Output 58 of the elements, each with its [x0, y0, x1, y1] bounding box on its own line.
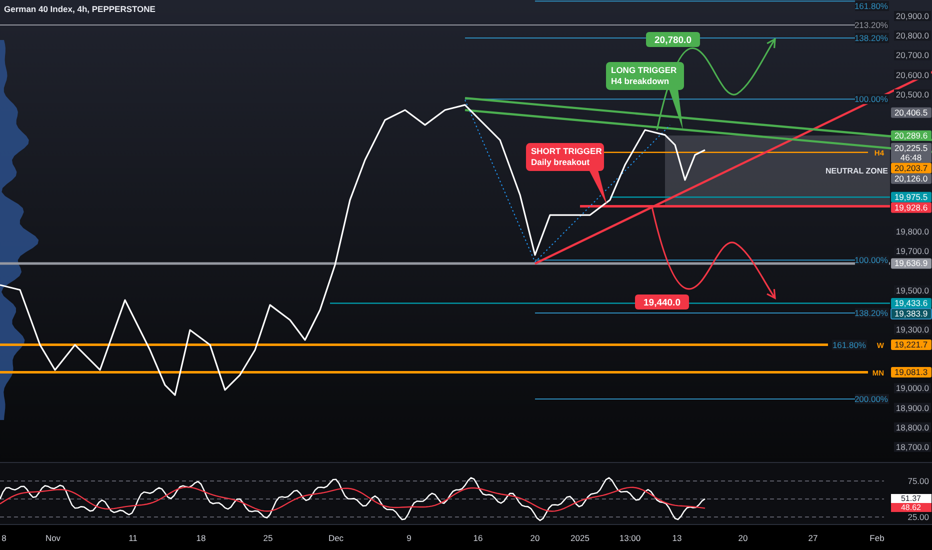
trigger-note: SHORT TRIGGER Daily breakout — [526, 143, 607, 206]
fibonacci-level-label: 161.80% — [832, 340, 866, 350]
price-badge: 19,433.6 — [891, 298, 932, 309]
price-axis-label: 19,700.0 — [896, 246, 929, 256]
chart-title: German 40 Index, 4h, PEPPERSTONE — [4, 4, 156, 14]
time-axis-label: 13 — [672, 533, 682, 543]
price-axis-label: 20,900.0 — [896, 11, 929, 21]
time-axis-label: 25 — [263, 533, 273, 543]
time-axis-label: 2025 — [570, 533, 590, 543]
time-axis-label: Dec — [328, 533, 344, 543]
time-axis-label: 9 — [406, 533, 412, 543]
price-badge: 20,225.5 46:48 — [891, 142, 932, 163]
time-axis-label: 13:00 — [619, 533, 641, 543]
price-axis-label: 18,900.0 — [896, 402, 929, 413]
price-axis-label: 18,800.0 — [896, 422, 929, 432]
price-axis-label: 19,000.0 — [896, 383, 929, 394]
fibonacci-level-label: 200.00% — [854, 394, 888, 404]
fibonacci-level-label: 138.20% — [854, 308, 888, 318]
fibonacci-level-label: 100.00% — [854, 255, 888, 266]
rsi-value-badge: 51.37 — [891, 494, 932, 503]
time-axis-label: 11 — [128, 533, 138, 543]
zone-label: NEUTRAL ZONE — [825, 166, 888, 176]
price-badge: 19,636.9 — [891, 258, 932, 269]
price-axis-label: 19,800.0 — [896, 226, 929, 236]
fibonacci-level-label: 161.80% — [854, 1, 888, 11]
time-axis-label: 18 — [196, 533, 206, 543]
time-axis-label: Nov — [45, 533, 61, 543]
price-badge: 20,406.5 — [891, 107, 932, 118]
price-badge: 19,221.7 — [891, 340, 932, 350]
price-axis-label: 20,700.0 — [896, 50, 929, 60]
price-axis-label: 20,800.0 — [896, 30, 929, 41]
time-axis-label: 27 — [808, 533, 818, 543]
fibonacci-level-label: 100.00% — [854, 94, 888, 104]
time-axis-label: Feb — [870, 533, 884, 543]
price-badge: 20,126.0 — [891, 173, 932, 184]
fibonacci-level-label: 138.20% — [854, 32, 888, 43]
fibonacci-level-label: 213.20% — [854, 20, 888, 30]
rsi-axis-label: 25.00 — [908, 512, 929, 522]
time-axis-label: 16 — [473, 533, 483, 543]
rsi-value-badge: 48.62 — [891, 503, 932, 512]
price-badge: 19,928.6 — [891, 202, 932, 213]
price-badge: 20,203.7 — [891, 162, 932, 174]
price-badge: 19,975.5 — [891, 192, 932, 202]
time-axis-label: 8 — [2, 533, 6, 543]
trigger-note: LONG TRIGGER H4 breakdown — [606, 62, 684, 130]
price-target-label: 20,780.0 — [646, 32, 700, 47]
price-badge: 19,081.3 — [891, 367, 932, 378]
price-axis-label: 19,500.0 — [896, 285, 929, 296]
time-axis-label: 20 — [530, 533, 540, 543]
price-badge: 20,289.6 — [891, 130, 932, 141]
price-axis-label: 18,700.0 — [896, 442, 929, 452]
price-axis-label: 20,600.0 — [896, 70, 929, 80]
price-axis-label: 20,500.0 — [896, 89, 929, 100]
price-badge: 19,383.9 — [890, 308, 932, 320]
price-target-label: 19,440.0 — [635, 294, 689, 310]
time-axis-label: 20 — [738, 533, 748, 543]
price-axis-label: 19,300.0 — [896, 324, 929, 334]
rsi-axis-label: 75.00 — [908, 476, 929, 486]
